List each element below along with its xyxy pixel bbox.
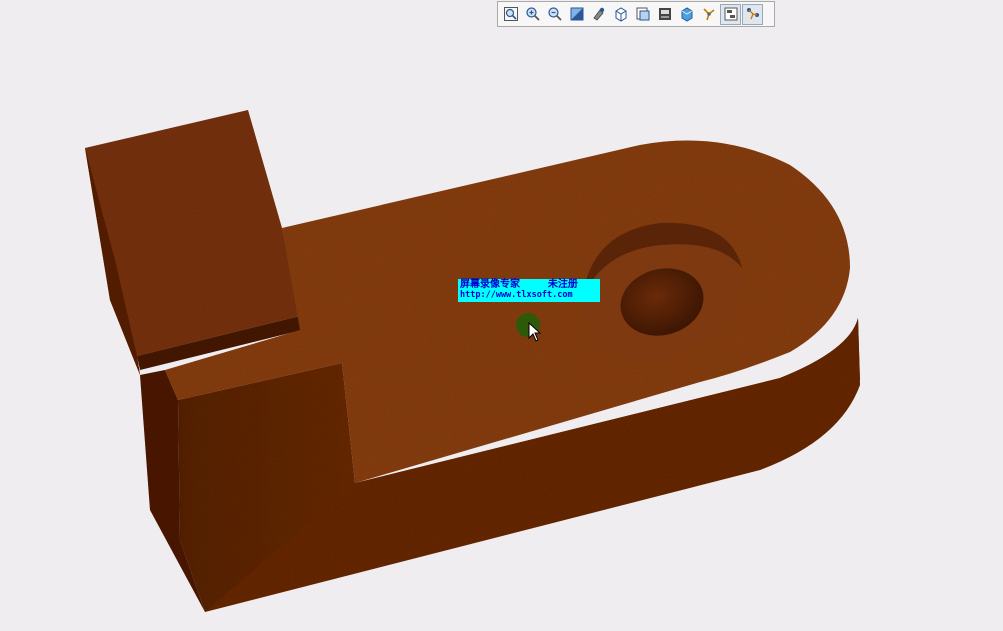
- section-view-icon: [570, 7, 583, 21]
- hide-show-icon: [658, 8, 671, 20]
- rotate-view-button[interactable]: [588, 4, 609, 25]
- hide-show-items-button[interactable]: [654, 4, 675, 25]
- realview-icon: [724, 7, 737, 21]
- view-orientation-button[interactable]: [610, 4, 631, 25]
- zoom-in-icon: [525, 7, 540, 21]
- view-cube-icon: [615, 7, 626, 22]
- 3d-viewport[interactable]: [0, 0, 1003, 627]
- zoom-fit-icon: [503, 7, 518, 21]
- model-render[interactable]: [0, 0, 1003, 627]
- display-style-icon: [636, 7, 649, 21]
- view-toolbar: [497, 1, 775, 27]
- zoom-in-button[interactable]: [522, 4, 543, 25]
- display-style-button[interactable]: [632, 4, 653, 25]
- rotate-view-icon: [592, 7, 604, 21]
- shadows-mode-button[interactable]: [742, 3, 763, 25]
- watermark-url: http://www.tlxsoft.com: [460, 290, 573, 300]
- view-settings-button[interactable]: [698, 4, 719, 25]
- realview-graphics-button[interactable]: [720, 3, 741, 25]
- zoom-to-fit-button[interactable]: [500, 4, 521, 25]
- zoom-out-icon: [547, 7, 562, 21]
- zoom-out-button[interactable]: [544, 4, 565, 25]
- watermark-title: 屏幕录像专家 未注册: [460, 279, 578, 290]
- recorder-watermark: 屏幕录像专家 未注册 http://www.tlxsoft.com: [458, 279, 600, 302]
- shadows-icon: [746, 8, 759, 20]
- apply-scene-button[interactable]: [676, 4, 697, 25]
- mouse-pointer-icon: [528, 322, 542, 342]
- view-settings-icon: [702, 8, 714, 21]
- section-view-button[interactable]: [566, 4, 587, 25]
- scene-icon: [681, 7, 692, 22]
